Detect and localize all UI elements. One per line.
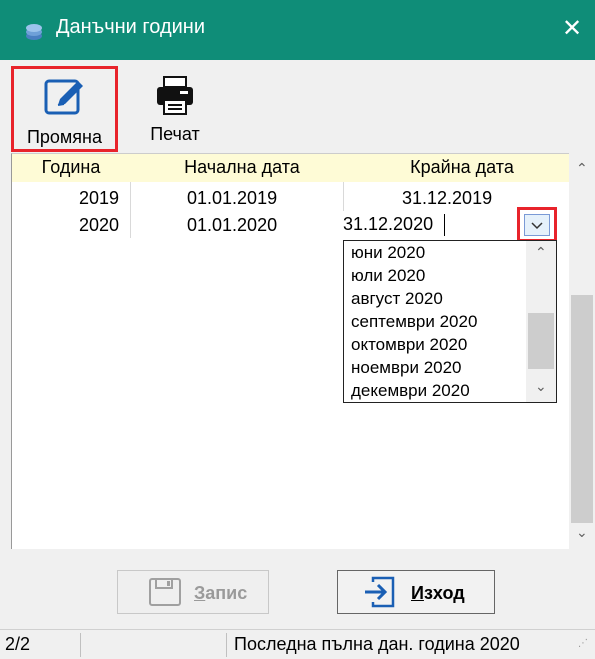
list-item[interactable]: септември 2020 [351,310,477,334]
save-mnemonic: З [194,583,206,603]
row-2019-start[interactable]: 01.01.2019 [187,188,277,209]
grid-scroll-thumb[interactable] [571,295,593,523]
save-label: Запис [194,583,247,604]
print-button[interactable]: Печат [140,66,210,152]
end-date-value: 31.12.2020 [343,214,434,234]
exit-label: Изход [411,583,465,604]
app-coins-icon [26,24,42,40]
pencil-edit-icon [44,79,83,115]
list-item[interactable]: декември 2020 [351,379,470,403]
scroll-down-icon[interactable]: ⌄ [535,379,547,395]
column-divider [130,182,131,238]
record-counter: 2/2 [5,634,31,654]
resize-grip-icon[interactable]: ⋰ [578,638,588,649]
dropdown-button-face [524,214,550,236]
row-2019-end[interactable]: 31.12.2019 [402,188,492,209]
month-dropdown-list[interactable]: юни 2020 юли 2020 август 2020 септември … [343,240,557,403]
grid-scrollbar[interactable]: ⌃ ⌄ [569,153,595,549]
close-icon[interactable]: ✕ [562,14,582,42]
list-item[interactable]: ноември 2020 [351,356,462,380]
row-2020-year[interactable]: 2020 [79,215,119,236]
exit-mnemonic: И [411,583,424,603]
list-item[interactable]: октомври 2020 [351,333,467,357]
text-caret [444,214,445,236]
header-year[interactable]: Година [16,157,126,178]
scroll-up-icon[interactable]: ⌃ [535,245,547,261]
save-label-rest: апис [205,583,248,603]
toolbar: Промяна Печат [0,60,595,153]
list-item[interactable]: август 2020 [351,287,443,311]
chevron-down-icon [531,222,543,230]
list-item[interactable]: юли 2020 [351,264,425,288]
printer-icon [157,76,193,115]
status-divider [80,633,81,657]
exit-label-rest: зход [423,583,465,603]
row-2020-start[interactable]: 01.01.2020 [187,215,277,236]
window-title: Данъчни години [56,16,206,38]
row-2019-year[interactable]: 2019 [79,188,119,209]
floppy-disk-icon [149,578,181,606]
exit-button[interactable]: Изход [337,570,495,614]
edit-label: Промяна [26,127,103,147]
status-divider [226,633,227,657]
header-start-date[interactable]: Начална дата [142,157,342,178]
save-button[interactable]: Запис [117,570,269,614]
scroll-up-icon[interactable]: ⌃ [576,161,588,177]
exit-arrow-icon [365,576,395,608]
dropdown-scrollbar[interactable]: ⌃ ⌄ [526,241,556,402]
status-message: Последна пълна дан. година 2020 [234,634,520,654]
status-bar: 2/2 Последна пълна дан. година 2020 ⋰ [0,629,595,659]
header-end-date[interactable]: Крайна дата [362,157,562,178]
list-item[interactable]: юни 2020 [351,241,425,265]
title-bar: Данъчни години ✕ [0,0,595,60]
dropdown-scroll-thumb[interactable] [528,313,554,369]
scroll-down-icon[interactable]: ⌄ [576,525,588,541]
print-label: Печат [150,124,200,144]
grid-header: Година Начална дата Крайна дата [12,154,570,182]
edit-button[interactable]: Промяна [11,66,118,152]
end-date-dropdown-button[interactable] [517,207,557,242]
